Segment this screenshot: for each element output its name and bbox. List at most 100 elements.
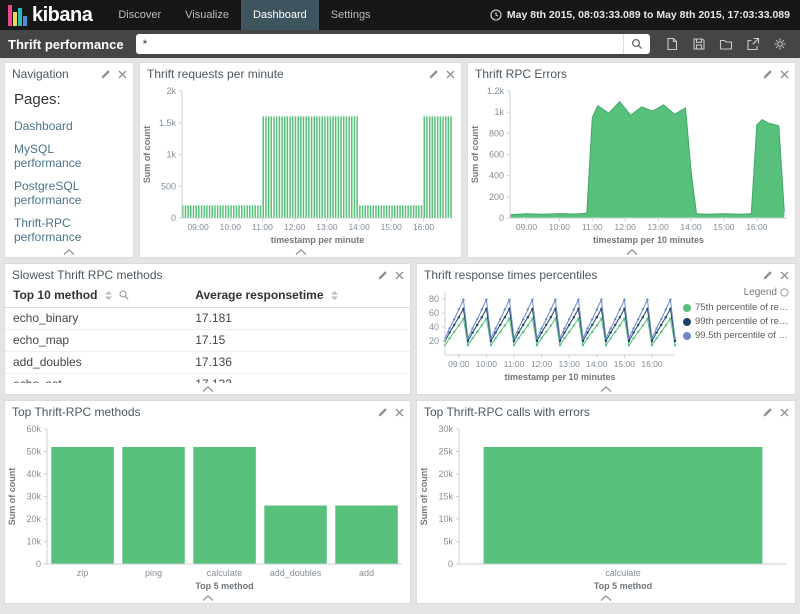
svg-text:12:00: 12:00 <box>615 222 637 232</box>
chevron-up-icon <box>295 249 307 255</box>
remove-panel-button[interactable] <box>118 70 127 79</box>
thrift-requests-chart[interactable]: 05001k1.5k2k09:0010:0011:0012:0013:0014:… <box>140 83 461 246</box>
collapse-panel-button[interactable] <box>192 386 224 392</box>
svg-text:600: 600 <box>489 150 504 160</box>
svg-text:10k: 10k <box>26 537 41 547</box>
pencil-icon <box>429 69 439 79</box>
remove-panel-button[interactable] <box>780 271 789 280</box>
chevron-up-icon <box>202 595 214 601</box>
remove-panel-button[interactable] <box>395 271 404 280</box>
panel-title: Thrift response times percentiles <box>424 268 597 282</box>
svg-text:0: 0 <box>36 559 41 569</box>
nav-tab-discover[interactable]: Discover <box>106 0 173 30</box>
chevron-up-icon <box>600 595 612 601</box>
svg-text:15:00: 15:00 <box>614 359 636 369</box>
edit-panel-button[interactable] <box>378 270 388 280</box>
svg-text:15k: 15k <box>438 492 453 502</box>
share-dashboard-button[interactable] <box>746 37 760 51</box>
edit-panel-button[interactable] <box>763 270 773 280</box>
collapse-panel-button[interactable] <box>590 386 622 392</box>
top-methods-chart[interactable]: 010k20k30k40k50k60kzippingcalculateadd_d… <box>5 421 410 592</box>
nav-tab-visualize[interactable]: Visualize <box>173 0 241 30</box>
chevron-up-icon <box>626 249 638 255</box>
filter-search-icon[interactable] <box>119 289 129 303</box>
close-icon <box>118 70 127 79</box>
legend-item-99th[interactable]: 99th percentile of resp... <box>683 316 789 327</box>
edit-panel-button[interactable] <box>429 69 439 79</box>
legend-dot <box>683 318 691 326</box>
load-dashboard-button[interactable] <box>719 37 733 51</box>
svg-text:40: 40 <box>429 322 439 332</box>
search-button[interactable] <box>623 34 650 54</box>
new-document-icon <box>665 37 679 51</box>
legend-item-75th[interactable]: 75th percentile of resp... <box>683 302 789 313</box>
remove-panel-button[interactable] <box>780 70 789 79</box>
legend-toggle[interactable]: Legend <box>683 287 789 298</box>
thrift-rpc-errors-chart[interactable]: 02004006008001k1.2k09:0010:0011:0012:001… <box>468 83 795 246</box>
chevron-up-icon <box>63 249 75 255</box>
dashboard-grid: Navigation Pages: Dashboard MySQL perfor… <box>0 58 800 613</box>
new-dashboard-button[interactable] <box>665 37 679 51</box>
svg-text:13:00: 13:00 <box>559 359 581 369</box>
chevron-up-icon <box>202 386 214 392</box>
nav-tab-dashboard[interactable]: Dashboard <box>241 0 319 30</box>
method-cell: echo_map <box>5 330 187 352</box>
remove-panel-button[interactable] <box>446 70 455 79</box>
query-input[interactable] <box>136 34 623 54</box>
nav-tab-settings[interactable]: Settings <box>319 0 383 30</box>
collapse-panel-button[interactable] <box>590 595 622 601</box>
panel-response-percentiles: Thrift response times percentiles 204060… <box>416 263 796 395</box>
kibana-logo[interactable]: kibana <box>0 0 106 30</box>
svg-text:calculate: calculate <box>605 568 641 578</box>
legend-dot <box>683 332 691 340</box>
responsetime-cell: 17.136 <box>187 352 410 374</box>
nav-link-thrift-rpc[interactable]: Thrift-RPC performance <box>14 216 124 244</box>
svg-text:1k: 1k <box>166 150 176 160</box>
panel-title: Thrift requests per minute <box>147 67 284 81</box>
legend-label: 75th percentile of resp... <box>695 302 789 313</box>
table-row: echo_set 17.133 <box>5 374 410 384</box>
legend-dot <box>683 304 691 312</box>
nav-link-mysql[interactable]: MySQL performance <box>14 142 124 170</box>
collapse-panel-button[interactable] <box>285 249 317 255</box>
edit-panel-button[interactable] <box>378 407 388 417</box>
options-button[interactable] <box>773 37 787 51</box>
svg-text:16:00: 16:00 <box>746 222 768 232</box>
legend-item-99-5th[interactable]: 99.5th percentile of re... <box>683 330 789 341</box>
top-errors-chart[interactable]: 05k10k15k20k25k30kcalculateTop 5 methodS… <box>417 421 795 592</box>
svg-text:1k: 1k <box>494 107 504 117</box>
svg-text:10k: 10k <box>438 514 453 524</box>
svg-text:0: 0 <box>499 213 504 223</box>
column-header-method[interactable]: Top 10 method <box>5 284 187 308</box>
dashboard-title: Thrift performance <box>8 37 126 52</box>
method-cell: add_doubles <box>5 352 187 374</box>
nav-link-postgresql[interactable]: PostgreSQL performance <box>14 179 124 207</box>
nav-link-dashboard[interactable]: Dashboard <box>14 119 124 133</box>
collapse-panel-button[interactable] <box>192 595 224 601</box>
svg-text:30k: 30k <box>26 492 41 502</box>
kibana-logo-icon <box>8 4 27 26</box>
svg-text:20k: 20k <box>438 469 453 479</box>
time-range-picker[interactable]: May 8th 2015, 08:03:33.089 to May 8th 20… <box>490 9 800 21</box>
svg-text:10:00: 10:00 <box>476 359 498 369</box>
close-icon <box>780 70 789 79</box>
svg-text:5k: 5k <box>443 537 453 547</box>
edit-panel-button[interactable] <box>101 69 111 79</box>
sort-carets-icon <box>331 289 338 303</box>
response-percentiles-chart[interactable]: 2040608009:0010:0011:0012:0013:0014:0015… <box>417 284 683 383</box>
remove-panel-button[interactable] <box>780 408 789 417</box>
collapse-panel-button[interactable] <box>53 249 85 255</box>
edit-panel-button[interactable] <box>763 69 773 79</box>
remove-panel-button[interactable] <box>395 408 404 417</box>
search-icon <box>631 38 643 50</box>
svg-text:60: 60 <box>429 308 439 318</box>
svg-text:20k: 20k <box>26 514 41 524</box>
responsetime-cell: 17.15 <box>187 330 410 352</box>
edit-panel-button[interactable] <box>763 407 773 417</box>
responsetime-cell: 17.133 <box>187 374 410 384</box>
collapse-panel-button[interactable] <box>616 249 648 255</box>
svg-text:14:00: 14:00 <box>586 359 608 369</box>
svg-text:Sum of count: Sum of count <box>419 468 429 526</box>
save-dashboard-button[interactable] <box>692 37 706 51</box>
column-header-responsetime[interactable]: Average responsetime <box>187 284 410 308</box>
